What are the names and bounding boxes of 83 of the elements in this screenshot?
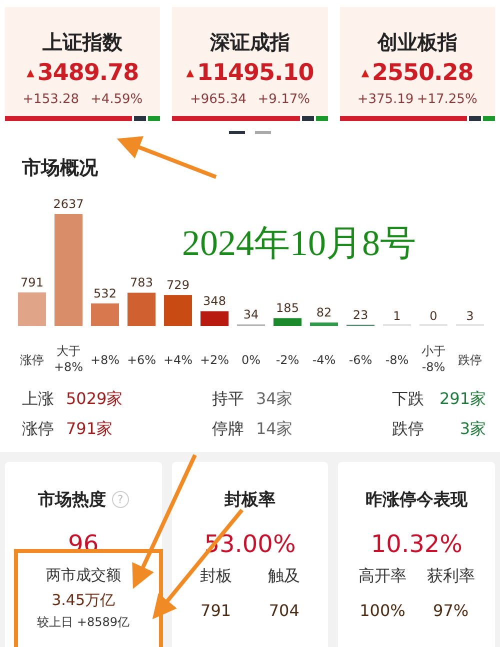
value-label: 348 (203, 294, 226, 308)
index-value: 2550.28 (372, 60, 474, 86)
up-arrow-icon: ▲ (186, 68, 194, 78)
card-title: 市场热度 (38, 488, 106, 510)
index-change: +153.28 (22, 92, 80, 107)
index-change: +375.19 (357, 92, 414, 107)
category-label: 小于 -8% (422, 344, 446, 374)
category-label: +8% (90, 353, 120, 367)
stat-value: 5029家 (66, 389, 123, 410)
card-title: 封板率 (224, 488, 276, 510)
value-label: 1 (393, 308, 401, 323)
date-annotation: 2024年10月8号 (182, 222, 416, 265)
index-change: +965.34 (190, 92, 246, 107)
section-title: 市场概况 (22, 156, 98, 181)
index-name: 上证指数 (42, 29, 123, 56)
chart-bar (310, 322, 338, 326)
value-label: 783 (130, 276, 153, 290)
category-label: +2% (200, 353, 230, 367)
stat-label: 跌停 (392, 419, 424, 440)
value-label: 185 (276, 301, 299, 316)
value-label: 532 (94, 286, 116, 300)
index-percent: +9.17% (258, 92, 310, 107)
column-label: 获利率 (426, 566, 476, 587)
category-label: 0% (241, 353, 261, 367)
index-value: 11495.10 (196, 60, 314, 86)
index-percent: +4.59% (90, 92, 143, 107)
column-value: 100% (358, 601, 406, 620)
chart-bar (164, 295, 192, 326)
up-arrow-icon: ▲ (26, 68, 34, 78)
stat-label: 持平 (212, 389, 244, 410)
chart-bar (200, 311, 228, 326)
column-value: 704 (268, 601, 300, 620)
category-label: 涨停 (20, 353, 44, 367)
column-label: 高开率 (357, 566, 408, 587)
card-title: 昨涨停今表现 (366, 488, 468, 510)
category-label: 大于 +8% (54, 344, 84, 374)
category-label: -4% (312, 353, 336, 367)
category-label: -6% (348, 353, 372, 367)
chart-bar (274, 318, 302, 326)
page-indicator[interactable] (255, 131, 271, 134)
stat-value: 291家 (439, 389, 486, 410)
category-label: -2% (276, 353, 300, 367)
index-name: 深证成指 (210, 29, 290, 56)
sub-value: 3.45万亿 (52, 591, 116, 610)
value-label: 0 (430, 309, 438, 323)
value-label: 34 (243, 308, 259, 322)
stat-value: 34家 (256, 389, 292, 410)
sub-note: 较上日 +8589亿 (37, 614, 130, 631)
column-value: 791 (200, 601, 232, 620)
card-value: 10.32% (370, 530, 462, 558)
chart-bar (91, 303, 119, 326)
value-label: 729 (166, 278, 190, 292)
category-label: 跌停 (458, 353, 482, 367)
column-value: 97% (432, 601, 470, 620)
value-label: 82 (316, 306, 332, 320)
category-label: -8% (385, 353, 409, 367)
chart-bar (128, 292, 156, 326)
page-indicator[interactable] (229, 131, 245, 134)
index-percent: +17.25% (416, 92, 478, 107)
up-arrow-icon: ▲ (361, 68, 370, 78)
index-card[interactable]: 深证成指 ▲11495.10 +965.34 +9.17% (172, 7, 328, 121)
chart-bar (18, 292, 46, 326)
stat-label: 上涨 (22, 389, 54, 410)
sub-title: 两市成交额 (46, 566, 121, 585)
index-value: 3489.78 (37, 60, 139, 86)
column-label: 封板 (198, 566, 233, 587)
stat-label: 停牌 (212, 419, 244, 440)
metric-card[interactable]: 昨涨停今表现 10.32% 高开率 获利率 100% 97% (338, 462, 495, 647)
stat-value: 14家 (256, 419, 292, 440)
stat-label: 涨停 (22, 419, 54, 440)
index-card[interactable]: 上证指数 ▲3489.78 +153.28 +4.59% (5, 7, 160, 121)
value-label: 3 (466, 308, 474, 323)
column-label: 触及 (267, 566, 302, 587)
value-label: 2637 (53, 197, 84, 211)
value-label: 23 (352, 308, 368, 322)
category-label: +6% (126, 353, 156, 367)
value-label: 791 (20, 275, 44, 290)
stat-label: 下跌 (392, 389, 424, 410)
index-card[interactable]: 创业板指 ▲2550.28 +375.19 +17.25% (340, 7, 495, 121)
stat-value: 791家 (66, 419, 113, 440)
stat-value: 3家 (460, 419, 486, 440)
category-label: +4% (163, 353, 193, 367)
index-name: 创业板指 (377, 29, 458, 56)
